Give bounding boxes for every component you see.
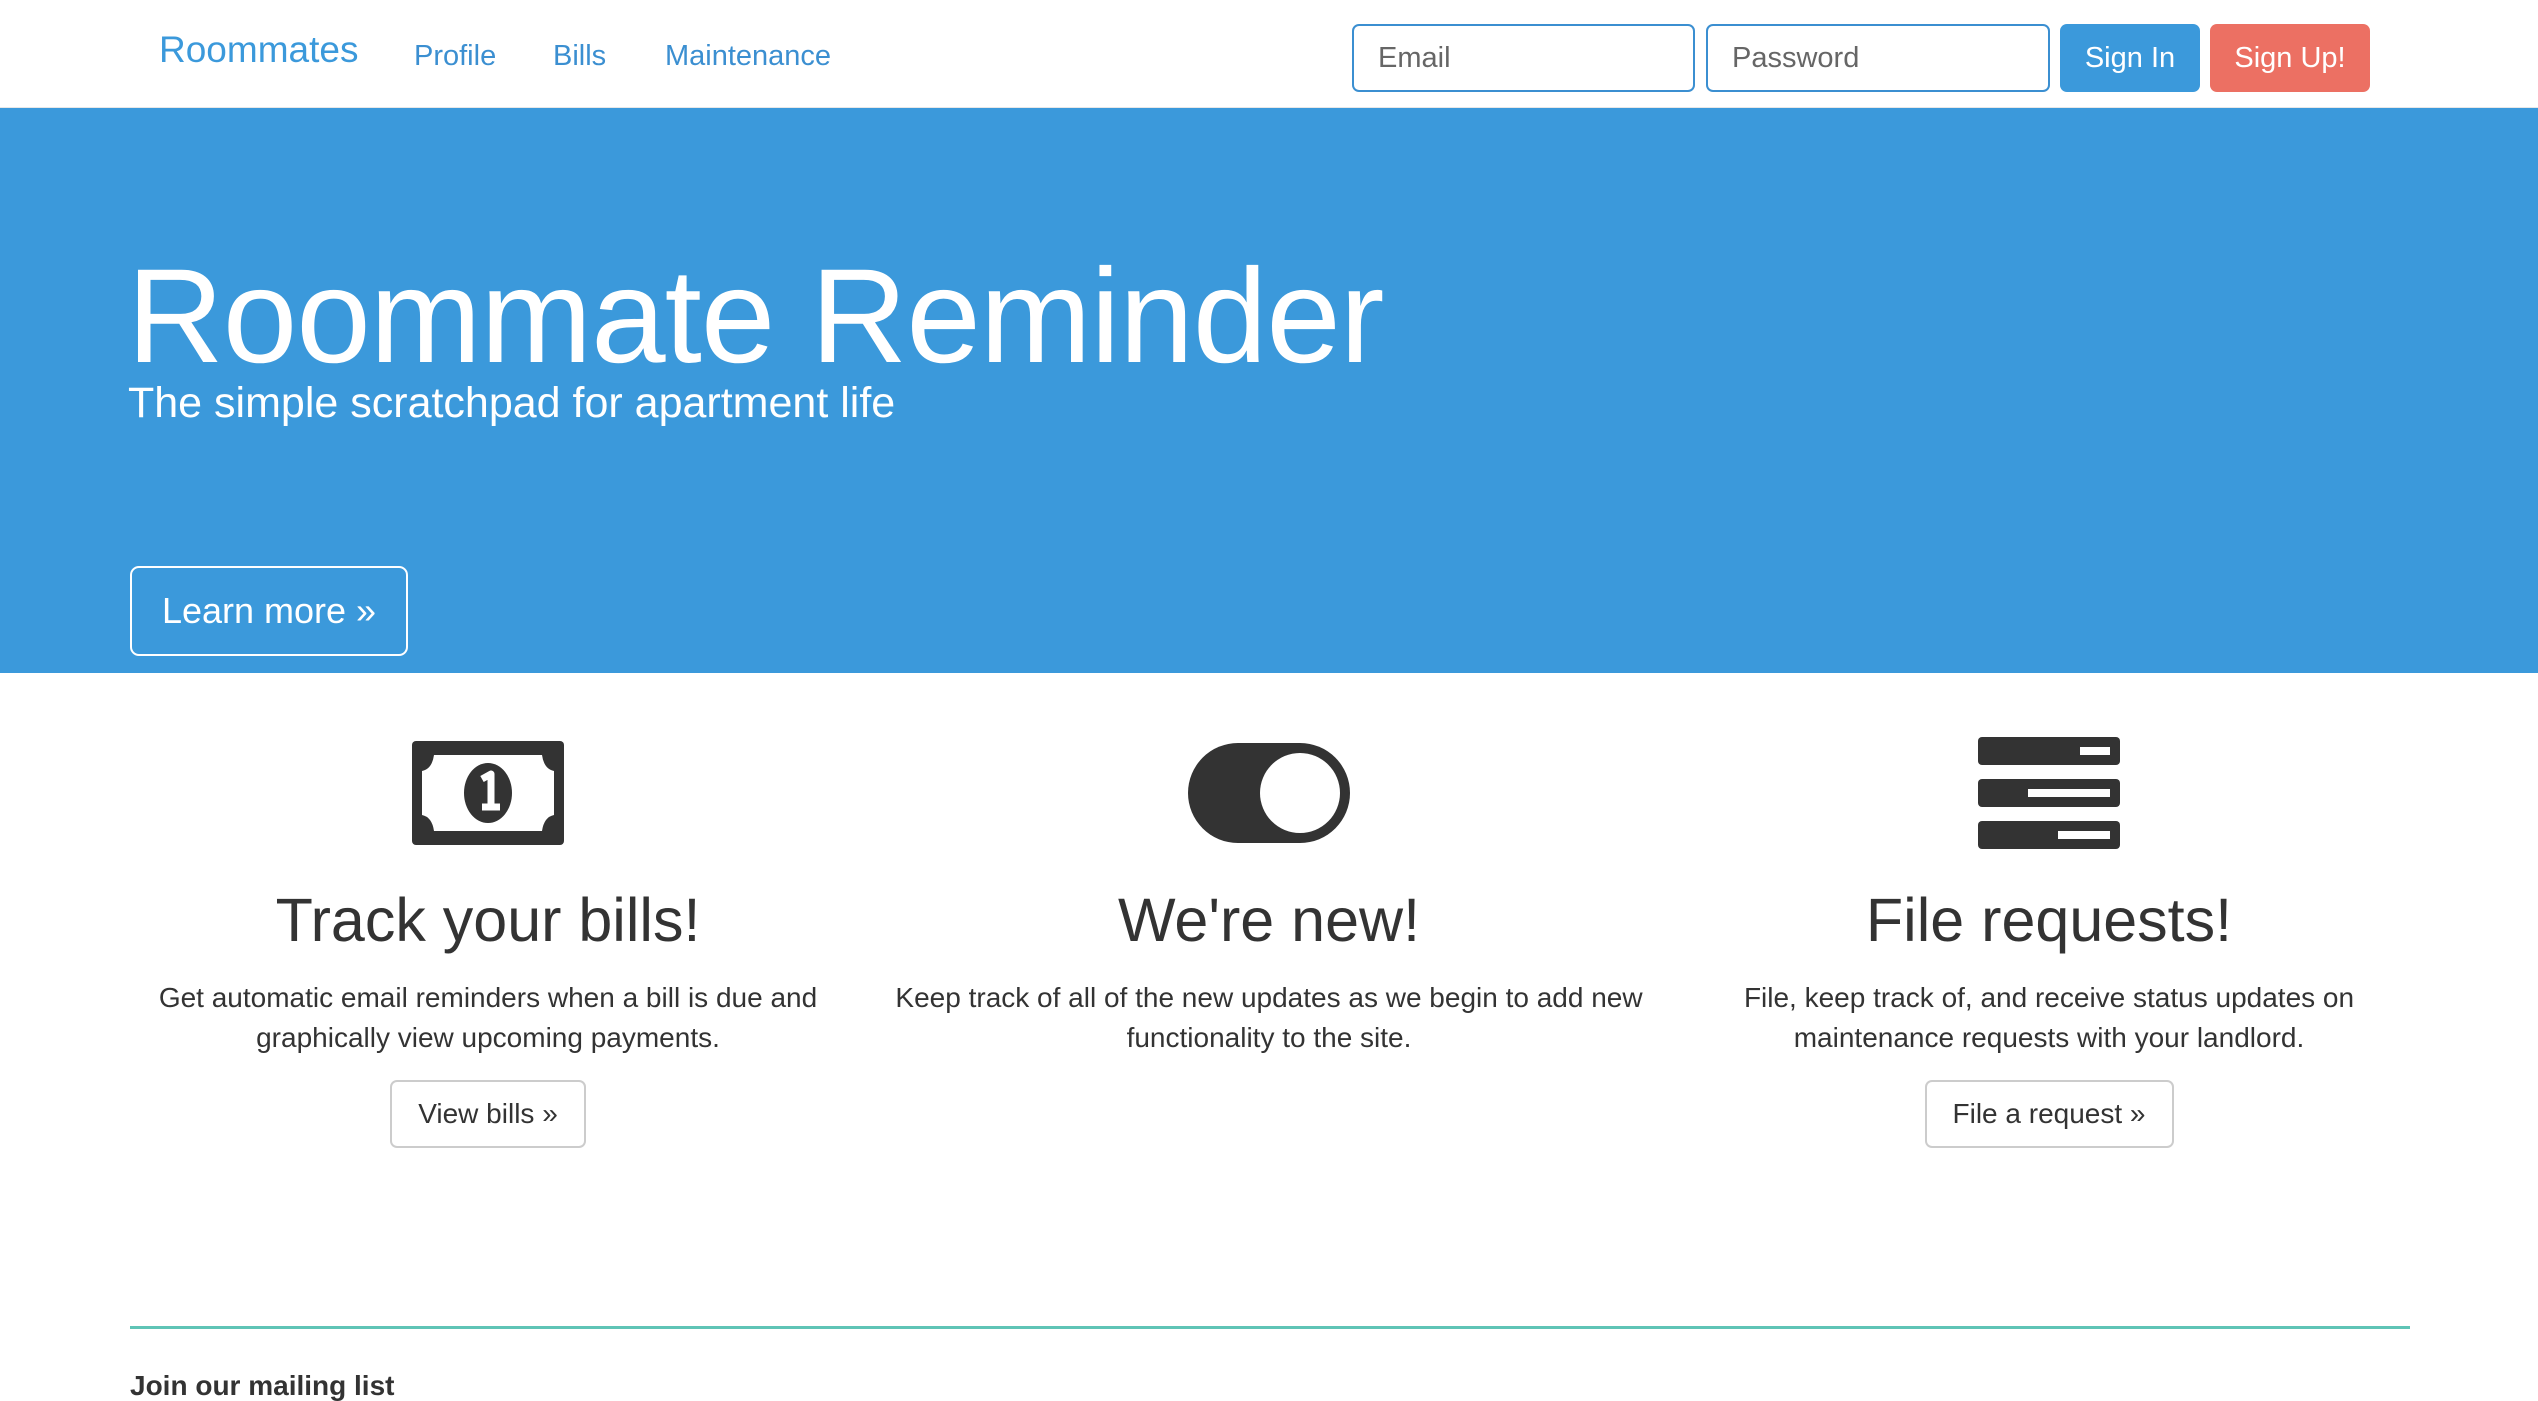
email-input[interactable]	[1352, 24, 1695, 92]
feature-description: File, keep track of, and receive status …	[1743, 982, 2355, 1054]
feature-heading: We're new!	[1117, 886, 1421, 954]
nav-link-bills[interactable]: Bills	[553, 40, 606, 73]
navbar: Roommates Profile Bills Maintenance Sign…	[0, 0, 2538, 108]
money-bill-icon	[98, 733, 878, 853]
file-request-button[interactable]: File a request »	[1924, 1080, 2174, 1149]
password-input[interactable]	[1706, 24, 2050, 92]
hero-subtitle: The simple scratchpad for apartment life	[128, 379, 896, 427]
feature-requests: File requests! File, keep track of, and …	[1659, 733, 2439, 1149]
feature-heading: Track your bills!	[275, 886, 701, 954]
server-list-icon	[1659, 733, 2439, 853]
feature-bills: Track your bills! Get automatic email re…	[98, 733, 878, 1149]
sign-up-button[interactable]: Sign Up!	[2210, 24, 2370, 92]
nav-link-profile[interactable]: Profile	[414, 40, 496, 73]
hero-title: Roommate Reminder	[127, 242, 1384, 391]
hero-banner: Roommate Reminder The simple scratchpad …	[0, 108, 2538, 673]
feature-heading: File requests!	[1865, 886, 2233, 954]
learn-more-button[interactable]: Learn more »	[130, 566, 408, 656]
section-divider	[130, 1326, 2410, 1329]
feature-description: Keep track of all of the new updates as …	[895, 982, 1643, 1054]
toggle-icon	[879, 733, 1659, 853]
brand-link[interactable]: Roommates	[159, 28, 358, 72]
view-bills-button[interactable]: View bills »	[390, 1080, 586, 1149]
nav-link-maintenance[interactable]: Maintenance	[665, 40, 831, 73]
sign-in-button[interactable]: Sign In	[2060, 24, 2200, 92]
feature-description: Get automatic email reminders when a bil…	[158, 982, 818, 1054]
feature-new: We're new! Keep track of all of the new …	[879, 733, 1659, 1058]
mailing-list-label: Join our mailing list	[130, 1370, 395, 1401]
